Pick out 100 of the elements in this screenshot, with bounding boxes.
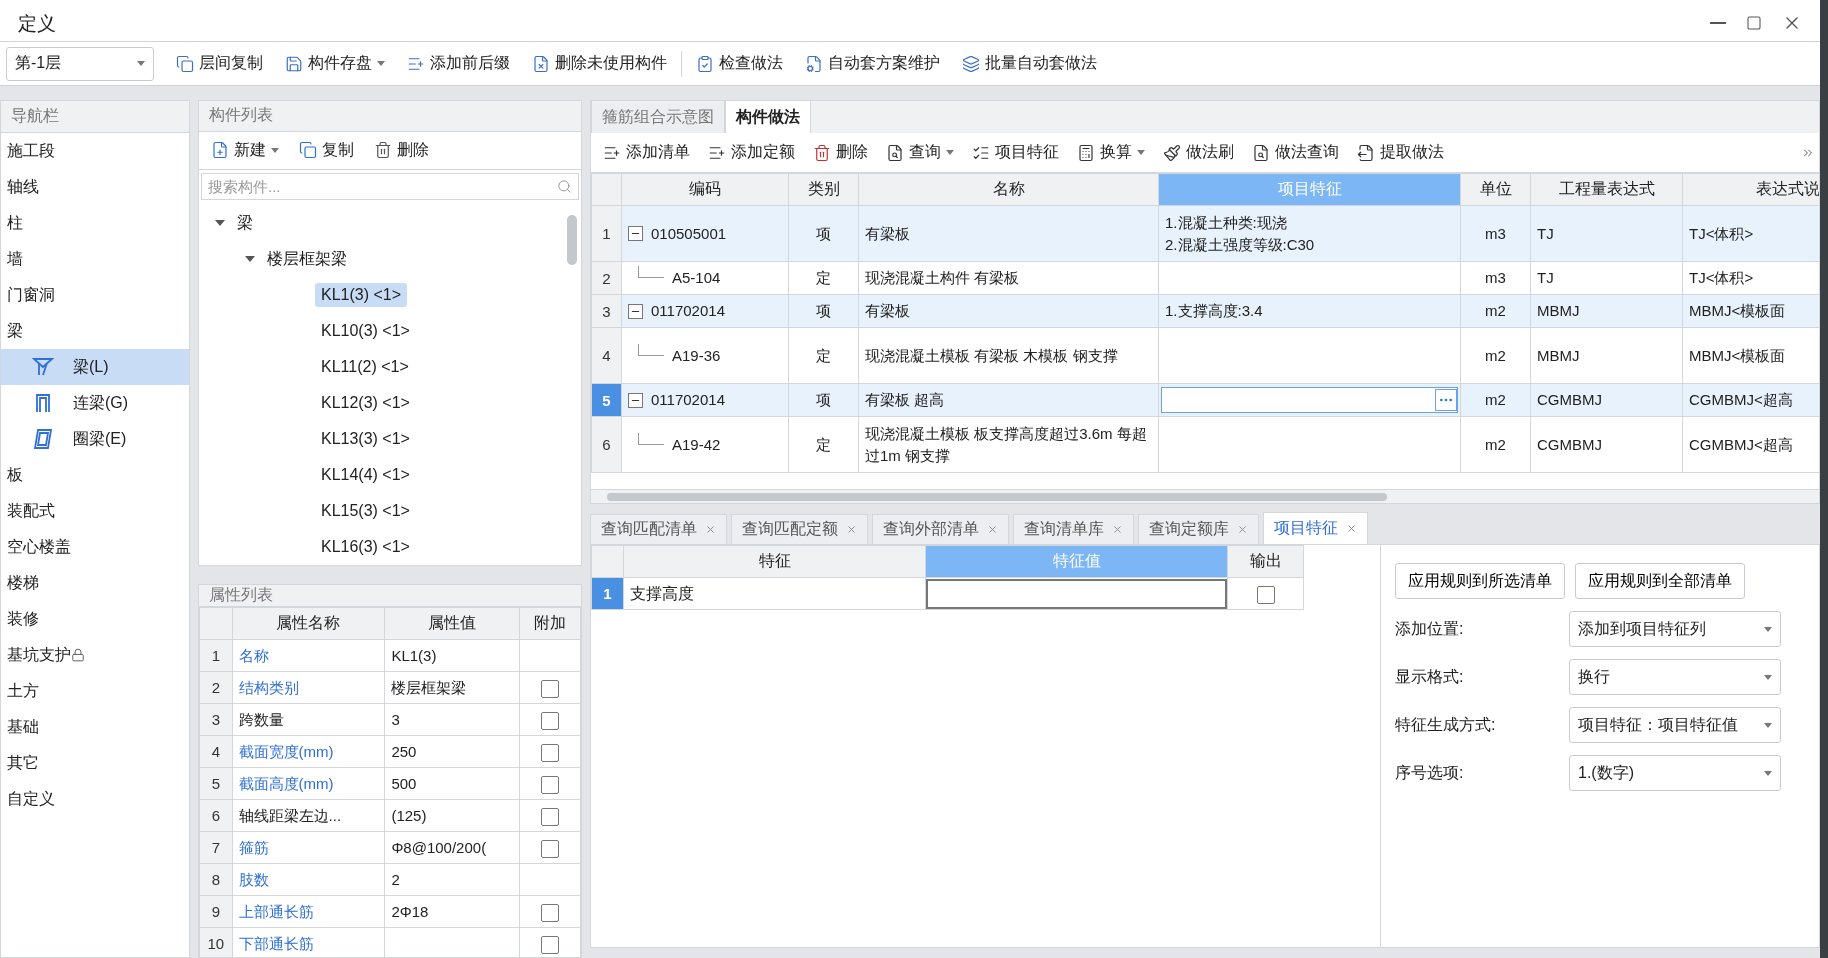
tree-item[interactable]: 梁 (231, 209, 259, 237)
property-value[interactable]: (125) (384, 799, 520, 832)
nav-item[interactable]: 连梁(G) (1, 385, 189, 421)
scrollbar-thumb[interactable] (567, 215, 577, 265)
collapse-icon[interactable] (628, 392, 643, 408)
tree-item[interactable]: KL13(3) <1> (315, 427, 416, 451)
floor-select[interactable]: 第-1层 (6, 46, 154, 81)
toolbar-button[interactable]: 做法刷 (1155, 138, 1242, 167)
tree-item[interactable]: KL11(2) <1> (315, 355, 415, 379)
nav-item[interactable]: 柱 (7, 212, 23, 234)
toolbar-button[interactable]: 删除 (805, 138, 876, 167)
column-header[interactable]: 特征 (623, 545, 926, 578)
row-number[interactable]: 4 (591, 327, 622, 384)
column-header[interactable]: 编码 (621, 173, 789, 206)
checkbox[interactable] (540, 935, 559, 954)
collapse-icon[interactable] (628, 303, 643, 319)
tree-item[interactable]: KL1(3) <1> (315, 283, 408, 307)
apply-rule-button[interactable]: 应用规则到所选清单 (1395, 563, 1565, 599)
tab[interactable]: 查询外部清单 (872, 514, 1009, 544)
toolbar-button[interactable]: 提取做法 (1349, 138, 1452, 167)
feature-value-input[interactable] (926, 578, 1227, 609)
toolbar-button[interactable]: 换算 (1069, 138, 1153, 167)
tree-item[interactable]: KL14(4) <1> (315, 463, 416, 487)
close-icon[interactable] (846, 524, 857, 535)
nav-item[interactable]: 墙 (7, 248, 23, 270)
tab[interactable]: 构件做法 (725, 101, 811, 133)
tab[interactable]: 查询匹配清单 (590, 514, 727, 544)
property-value[interactable]: 250 (384, 735, 520, 768)
toolbar-button[interactable]: 批量自动套做法 (954, 49, 1105, 78)
toolbar-button[interactable]: 添加前后缀 (399, 49, 518, 78)
nav-item[interactable]: 基坑支护 (7, 644, 85, 666)
nav-item[interactable]: 其它 (7, 752, 39, 774)
nav-item[interactable]: 板 (7, 464, 23, 486)
tab[interactable]: 项目特征 (1263, 512, 1368, 544)
nav-item[interactable]: 装修 (7, 608, 39, 630)
tree-item[interactable]: KL12(3) <1> (315, 391, 416, 415)
toolbar-button[interactable]: 自动套方案维护 (797, 49, 948, 78)
property-value[interactable]: 2Φ18 (384, 895, 520, 928)
search-field[interactable]: 搜索构件... (201, 173, 579, 200)
property-value[interactable]: 2 (384, 863, 520, 896)
nav-item[interactable]: 基础 (7, 716, 39, 738)
checkbox[interactable] (540, 903, 559, 922)
nav-item[interactable]: 梁 (7, 320, 23, 342)
toolbar-button[interactable]: 复制 (291, 135, 362, 165)
tree-item[interactable]: 楼层框架梁 (261, 245, 353, 273)
tab[interactable]: 查询匹配定额 (731, 514, 868, 544)
apply-rule-button[interactable]: 应用规则到全部清单 (1575, 563, 1745, 599)
nav-item[interactable]: 装配式 (7, 500, 55, 522)
nav-item[interactable]: 空心楼盖 (7, 536, 71, 558)
nav-item[interactable]: 梁(L) (1, 349, 189, 385)
column-header[interactable]: 工程量表达式 (1530, 173, 1683, 206)
close-icon[interactable] (987, 524, 998, 535)
close-icon[interactable] (705, 524, 716, 535)
nav-item[interactable]: 门窗洞 (7, 284, 55, 306)
toolbar-button[interactable]: 项目特征 (964, 138, 1067, 167)
nav-item[interactable]: 土方 (7, 680, 39, 702)
column-header[interactable]: 输出 (1227, 545, 1304, 578)
nav-item[interactable]: 圈梁(E) (1, 421, 189, 457)
checkbox[interactable] (540, 807, 559, 826)
more-button[interactable] (1435, 389, 1457, 411)
scrollbar-thumb[interactable] (607, 493, 1387, 501)
tree-item[interactable]: KL10(3) <1> (315, 319, 416, 343)
toolbar-button[interactable]: 检查做法 (688, 49, 791, 78)
column-header[interactable]: 名称 (858, 173, 1159, 206)
property-value[interactable]: 3 (384, 703, 520, 736)
column-header[interactable]: 表达式说 (1682, 173, 1819, 206)
column-header[interactable]: 类别 (788, 173, 859, 206)
checkbox[interactable] (540, 743, 559, 762)
checkbox[interactable] (540, 711, 559, 730)
tree-item[interactable]: KL15(3) <1> (315, 499, 416, 523)
expand-arrow-icon[interactable] (245, 256, 255, 262)
setting-select[interactable]: 项目特征：项目特征值 (1569, 707, 1781, 743)
expand-arrow-icon[interactable] (215, 220, 225, 226)
toolbar-button[interactable]: 添加定额 (700, 138, 803, 167)
close-icon[interactable] (1237, 524, 1248, 535)
row-number[interactable]: 3 (591, 294, 622, 328)
nav-item[interactable]: 施工段 (7, 140, 55, 162)
column-header[interactable]: 单位 (1460, 173, 1531, 206)
row-number[interactable]: 6 (591, 416, 622, 473)
nav-item[interactable]: 轴线 (7, 176, 39, 198)
nav-item[interactable]: 楼梯 (7, 572, 39, 594)
property-value[interactable]: KL1(3) (384, 639, 520, 672)
nav-item[interactable]: 自定义 (7, 788, 55, 810)
toolbar-button[interactable]: 查询 (878, 138, 962, 167)
collapse-icon[interactable] (628, 226, 643, 241)
toolbar-button[interactable]: 构件存盘 (277, 49, 393, 78)
tab[interactable]: 查询定额库 (1138, 514, 1259, 544)
checkbox[interactable] (1256, 585, 1275, 604)
row-number[interactable]: 1 (591, 205, 622, 262)
toolbar-button[interactable]: 删除 (366, 135, 437, 165)
property-value[interactable]: Φ8@100/200( (384, 831, 520, 864)
property-value[interactable]: 楼层框架梁 (384, 671, 520, 704)
checkbox[interactable] (540, 679, 559, 698)
toolbar-button[interactable]: 做法查询 (1244, 138, 1347, 167)
toolbar-button[interactable]: 添加清单 (595, 138, 698, 167)
close-icon[interactable] (1346, 523, 1357, 534)
checkbox[interactable] (540, 839, 559, 858)
toolbar-button[interactable]: 删除未使用构件 (524, 49, 675, 78)
tab[interactable]: 查询清单库 (1013, 514, 1134, 544)
feature-input[interactable] (1161, 387, 1458, 413)
